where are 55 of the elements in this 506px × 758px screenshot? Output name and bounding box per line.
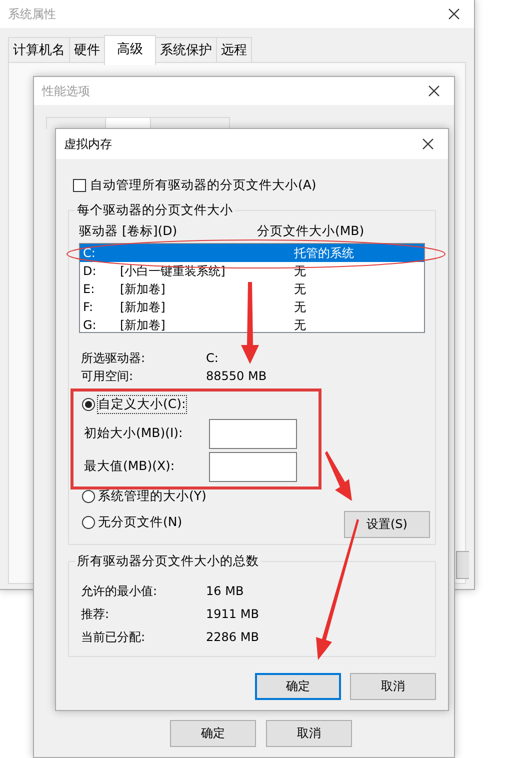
tab[interactable]: 计算机名 [8, 37, 70, 62]
close-icon[interactable] [428, 85, 440, 97]
input-field[interactable] [209, 418, 297, 448]
window-title: 虚拟内存 [64, 136, 112, 152]
button[interactable]: 确定 [255, 673, 341, 700]
tab[interactable]: 远程 [216, 37, 252, 62]
info-label: 允许的最小值: [81, 583, 158, 600]
group-title: 所有驱动器分页文件大小的总数 [75, 553, 261, 570]
info-label: 推荐: [81, 606, 110, 623]
checkbox-label: 自动管理所有驱动器的分页文件大小(A) [90, 177, 316, 194]
window-title: 性能选项 [42, 82, 90, 100]
radio-label: 自定义大小(C): [98, 396, 186, 412]
info-value: C: [206, 350, 218, 367]
tab[interactable]: 高级 [104, 35, 156, 65]
info-value: 2286 MB [206, 629, 259, 646]
list-cell-text: 无 [294, 299, 306, 316]
info-label: 所选驱动器: [81, 350, 146, 367]
info-label: 当前已分配: [81, 629, 146, 646]
list-cell-text: [新加卷] [120, 299, 166, 316]
radio-button[interactable] [82, 398, 95, 410]
button[interactable]: 取消 [266, 720, 352, 747]
list-cell-text: 无 [294, 281, 306, 298]
radio-label: 无分页文件(N) [98, 514, 182, 530]
radio-label: 系统管理的大小(Y) [98, 488, 206, 504]
list-cell-text: [新加卷] [120, 317, 166, 334]
list-cell-text: 托管的系统 [294, 245, 354, 262]
list-cell-text: G: [82, 317, 98, 334]
list-cell-text: E: [82, 281, 96, 298]
radio-button[interactable] [82, 490, 95, 502]
list-cell-text: 无 [294, 317, 306, 334]
checkbox[interactable] [73, 179, 86, 192]
list-cell-text: D: [82, 263, 98, 280]
list-cell-text: C: [82, 245, 96, 262]
field-label: 最大值(MB)(X): [84, 458, 176, 475]
close-icon[interactable] [448, 8, 460, 20]
info-value: 1911 MB [206, 606, 259, 623]
field-label: 初始大小(MB)(I): [84, 425, 184, 442]
list-cell-text: [新加卷] [120, 281, 166, 298]
input-field[interactable] [209, 452, 297, 482]
list-cell-text: F: [82, 299, 94, 316]
selected-row[interactable]: C: 托管的系统 [80, 244, 424, 262]
info-label: 可用空间: [81, 368, 134, 385]
button[interactable]: 确定 [170, 720, 256, 747]
window-title: 系统属性 [8, 6, 56, 22]
info-value: 88550 MB [206, 368, 267, 385]
info-value: 16 MB [206, 583, 244, 600]
radio-button[interactable] [82, 516, 95, 528]
button[interactable]: 取消 [350, 673, 436, 700]
arrow [325, 451, 352, 501]
list-cell-text: 无 [294, 263, 306, 280]
column-header: 驱动器 [卷标](D) [79, 223, 178, 240]
group-title: 每个驱动器的分页文件大小 [75, 202, 235, 219]
column-header: 分页文件大小(MB) [257, 223, 364, 240]
set-button[interactable]: 设置(S) [344, 511, 430, 538]
close-icon[interactable] [422, 138, 434, 150]
